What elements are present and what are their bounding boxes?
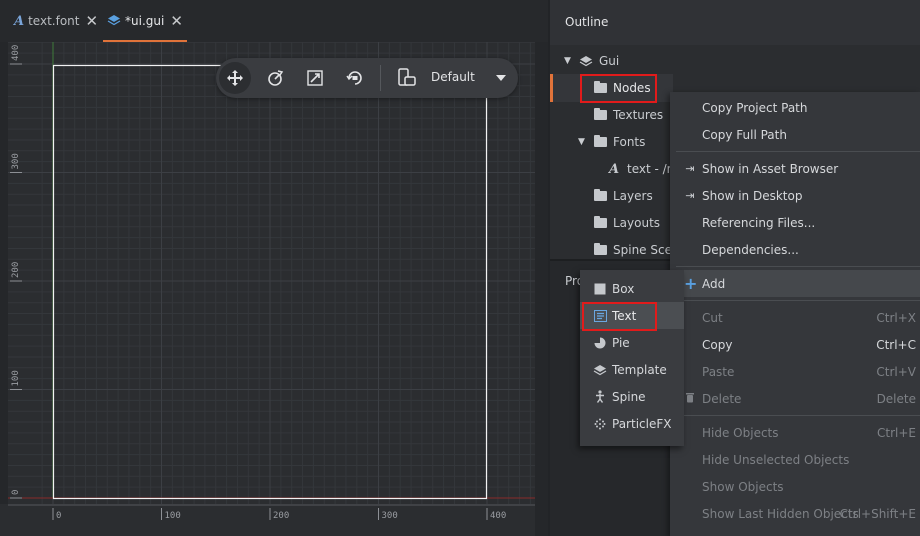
chevron-down-icon[interactable] — [494, 68, 508, 88]
x-tick-label: 400 — [490, 511, 506, 521]
reveal-icon: ⇥ — [685, 189, 695, 202]
outline-item-label: Layers — [613, 189, 653, 203]
outline-item-textures[interactable]: Textures — [592, 102, 663, 128]
x-tick-label: 200 — [273, 511, 289, 521]
outline-item-label: Nodes — [613, 81, 651, 95]
folder-icon — [592, 243, 608, 257]
tab-label: text.font — [28, 14, 80, 28]
x-tick-label: 300 — [382, 511, 398, 521]
submenu-item-text[interactable]: Text — [580, 302, 684, 329]
close-icon[interactable]: ✕ — [170, 12, 183, 30]
menu-item-show-last-hidden-objects[interactable]: Show Last Hidden Objects Ctrl+Shift+E — [670, 500, 920, 527]
menu-item-copy-project-path[interactable]: Copy Project Path — [670, 94, 920, 121]
menu-item-cut[interactable]: Cut Ctrl+X — [670, 304, 920, 331]
menu-separator — [676, 415, 920, 416]
reveal-icon: ⇥ — [685, 162, 695, 175]
menu-item-show-in-desktop[interactable]: ⇥ Show in Desktop — [670, 182, 920, 209]
spine-icon — [593, 390, 607, 404]
outline-item-layouts[interactable]: Layouts — [592, 210, 660, 236]
y-tick-label: 300 — [11, 153, 21, 169]
y-tick-label: 0 — [11, 490, 21, 495]
menu-item-copy-full-path[interactable]: Copy Full Path — [670, 121, 920, 148]
submenu-item-template[interactable]: Template — [580, 356, 684, 383]
particlefx-icon — [593, 417, 607, 431]
outline-item-nodes[interactable]: Nodes — [592, 75, 651, 101]
menu-item-referencing-files[interactable]: Referencing Files... — [670, 209, 920, 236]
text-node-icon — [593, 309, 607, 323]
menu-separator — [676, 266, 920, 267]
box-icon — [593, 282, 607, 296]
folder-icon — [592, 189, 608, 203]
outline-item-label: Gui — [599, 54, 620, 68]
x-tick-label: 100 — [165, 511, 181, 521]
camera-reset-icon[interactable] — [339, 62, 371, 94]
font-file-icon: A — [608, 161, 620, 177]
folder-icon — [592, 108, 608, 122]
vertical-ruler — [0, 42, 8, 536]
folder-icon — [592, 135, 608, 149]
y-tick-label: 400 — [11, 45, 21, 61]
outline-item-font-text[interactable]: A text - /m — [606, 156, 678, 182]
outline-item-fonts[interactable]: ▼ Fonts — [578, 129, 645, 155]
expand-arrow-icon[interactable]: ▼ — [578, 137, 588, 147]
folder-icon — [592, 81, 608, 95]
outline-item-layers[interactable]: Layers — [592, 183, 653, 209]
submenu-item-box[interactable]: Box — [580, 275, 684, 302]
menu-item-show-objects[interactable]: Show Objects — [670, 473, 920, 500]
outline-item-label: Layouts — [613, 216, 661, 230]
menu-item-show-in-asset-browser[interactable]: ⇥ Show in Asset Browser — [670, 155, 920, 182]
outline-item-label: Fonts — [613, 135, 646, 149]
tab-ui-gui[interactable]: *ui.gui ✕ — [103, 0, 187, 42]
tab-label: *ui.gui — [125, 14, 165, 28]
trash-icon — [684, 392, 696, 406]
add-submenu: Box Text Pie Template Spine ParticleFX — [580, 270, 684, 446]
layout-select-value[interactable]: Default — [431, 70, 475, 84]
scale-tool-icon[interactable] — [299, 62, 331, 94]
outline-item-gui[interactable]: ▼ Gui — [564, 48, 619, 74]
move-tool-icon[interactable] — [219, 62, 251, 94]
menu-item-delete[interactable]: Delete Delete — [670, 385, 920, 412]
submenu-item-spine[interactable]: Spine — [580, 383, 684, 410]
menu-item-hide-objects[interactable]: Hide Objects Ctrl+E — [670, 419, 920, 446]
menu-separator — [676, 151, 920, 152]
submenu-item-pie[interactable]: Pie — [580, 329, 684, 356]
outline-title: Outline — [565, 15, 609, 29]
menu-separator — [676, 300, 920, 301]
folder-icon — [592, 216, 608, 230]
scene-toolbar: Default — [216, 58, 518, 98]
font-file-icon: A — [14, 13, 25, 29]
scene-grid: 0 100 200 300 400 0 100 200 300 400 — [0, 42, 535, 536]
menu-item-hide-unselected-objects[interactable]: Hide Unselected Objects — [670, 446, 920, 473]
submenu-item-particlefx[interactable]: ParticleFX — [580, 410, 684, 437]
template-icon — [593, 363, 607, 377]
menu-item-copy[interactable]: Copy Ctrl+C — [670, 331, 920, 358]
y-tick-label: 100 — [11, 370, 21, 386]
close-icon[interactable]: ✕ — [85, 12, 98, 30]
scene-editor: A text.font ✕ *ui.gui ✕ 0 100 200 300 400 0 10… — [0, 0, 548, 536]
tab-text-font[interactable]: A text.font ✕ — [14, 0, 98, 42]
scene-canvas[interactable]: 0 100 200 300 400 0 100 200 300 400 — [0, 42, 535, 536]
outline-item-label: Textures — [613, 108, 664, 122]
expand-arrow-icon[interactable]: ▼ — [564, 56, 574, 66]
plus-icon: + — [684, 274, 698, 293]
menu-item-add[interactable]: + Add — [670, 270, 920, 297]
x-tick-label: 0 — [56, 511, 61, 521]
toolbar-separator — [380, 65, 381, 91]
pie-icon — [593, 336, 607, 350]
menu-item-dependencies[interactable]: Dependencies... — [670, 236, 920, 263]
outline-header: Outline — [550, 0, 920, 45]
horizontal-ruler — [0, 504, 535, 536]
context-menu: Copy Project Path Copy Full Path ⇥ Show … — [670, 92, 920, 536]
tab-bar: A text.font ✕ *ui.gui ✕ — [0, 0, 548, 42]
layout-device-icon — [396, 67, 418, 89]
rotate-tool-icon[interactable] — [259, 62, 291, 94]
gui-file-icon — [107, 14, 121, 29]
gui-scene-icon — [578, 54, 594, 68]
y-tick-label: 200 — [11, 262, 21, 278]
editor-edge — [535, 42, 548, 536]
menu-item-paste[interactable]: Paste Ctrl+V — [670, 358, 920, 385]
